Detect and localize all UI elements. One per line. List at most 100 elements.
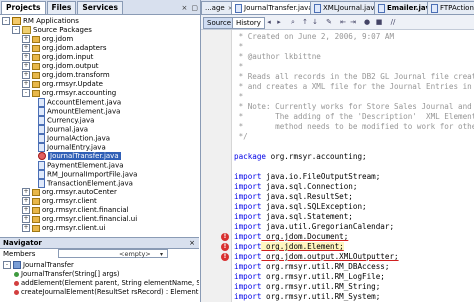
- tree-item-label: Source Packages: [33, 26, 92, 34]
- expand-toggle[interactable]: -: [22, 89, 30, 97]
- code-text: * Created on June 2, 2006, 9:07 AM: [234, 32, 395, 41]
- java-file-icon: [38, 170, 45, 179]
- tree-item-label: org.jdom.input: [42, 53, 94, 61]
- tree-item[interactable]: + org.rmsyr.autoCenter: [22, 188, 117, 197]
- expand-toggle[interactable]: +: [22, 53, 30, 61]
- code-text: * method needs to be modified to work fo…: [234, 122, 474, 131]
- tree-item[interactable]: TransactionElement.java: [38, 179, 133, 188]
- history-view-button[interactable]: History: [232, 17, 265, 29]
- comment-icon[interactable]: //: [389, 18, 397, 26]
- tree-item[interactable]: + org.rmsyr.Update: [22, 80, 103, 89]
- code-keyword: import: [234, 292, 262, 301]
- tree-item[interactable]: + org.jdom.adapters: [22, 44, 106, 53]
- expand-toggle[interactable]: +: [22, 206, 30, 214]
- navigator-class[interactable]: - JournalTransfer: [3, 261, 74, 270]
- code-text: * Note: Currently works for Store Sales …: [234, 102, 474, 111]
- tree-item[interactable]: + org.rmsyr.client.ui: [22, 224, 105, 233]
- tree-item[interactable]: + org.jdom: [22, 35, 73, 44]
- expand-toggle[interactable]: +: [22, 71, 30, 79]
- expand-toggle[interactable]: -: [12, 26, 20, 34]
- project-icon: [12, 17, 21, 25]
- tree-item[interactable]: - Source Packages: [12, 26, 92, 35]
- error-icon[interactable]: !: [221, 253, 229, 261]
- code-text: *: [234, 62, 244, 71]
- tree-item[interactable]: Currency.java: [38, 116, 94, 125]
- code-keyword: import: [234, 222, 262, 231]
- tree-item[interactable]: JournalAction.java: [38, 134, 110, 143]
- navigator-member[interactable]: createJournalElement(ResultSet rsRecord)…: [14, 288, 198, 297]
- close-icon[interactable]: ×: [186, 238, 195, 248]
- code-text: java.util.GregorianCalendar;: [261, 222, 395, 231]
- navigator-member-label: addElement(Element parent, String elemen…: [21, 279, 199, 287]
- error-icon[interactable]: !: [221, 233, 229, 241]
- package-icon: [32, 80, 40, 88]
- prev-occurrence-icon[interactable]: ↑: [301, 18, 309, 26]
- navigator-member[interactable]: addElement(Element parent, String elemen…: [14, 279, 199, 288]
- code-line: import java.io.FileOutputStream;: [234, 172, 380, 182]
- shift-right-icon[interactable]: ⇥: [349, 18, 357, 26]
- tree-item[interactable]: Journal.java: [38, 125, 88, 134]
- tree-item-label: PaymentElement.java: [47, 161, 124, 170]
- expand-toggle[interactable]: +: [22, 80, 30, 88]
- code-line: import java.sql.ResultSet;: [234, 192, 353, 202]
- navigator-member-label: JournalTransfer(String[] args): [21, 270, 120, 278]
- tree-item[interactable]: + org.rmsyr.client: [22, 197, 97, 206]
- expand-toggle[interactable]: -: [2, 17, 10, 25]
- tab-projects[interactable]: Projects: [1, 1, 46, 14]
- code-keyword: import: [234, 272, 262, 281]
- java-file-icon: [38, 134, 45, 143]
- tree-item[interactable]: + org.rmsyr.client.financial: [22, 206, 129, 215]
- expand-toggle[interactable]: +: [22, 44, 30, 52]
- tab-services[interactable]: Services: [77, 1, 123, 14]
- editor-gutter: !!!: [201, 30, 232, 302]
- expand-toggle[interactable]: +: [22, 35, 30, 43]
- code-keyword: import: [234, 192, 262, 201]
- close-icon[interactable]: ×: [180, 2, 190, 14]
- tree-item[interactable]: AmountElement.java: [38, 107, 120, 116]
- tree-item[interactable]: - RM Applications: [2, 17, 79, 26]
- package-icon: [32, 71, 40, 79]
- find-icon[interactable]: ⌕: [289, 18, 297, 26]
- java-file-icon: [38, 107, 45, 116]
- tree-item[interactable]: JournalEntry.java: [38, 143, 106, 152]
- back-icon[interactable]: ◂: [265, 18, 273, 26]
- code-keyword: import: [234, 202, 262, 211]
- tree-item[interactable]: + org.rmsyr.client.financial.ui: [22, 215, 137, 224]
- expand-toggle[interactable]: +: [22, 215, 30, 223]
- tree-item[interactable]: AccountElement.java: [38, 98, 121, 107]
- expand-toggle[interactable]: +: [22, 224, 30, 232]
- project-tree: - RM Applications - Source Packages + org.jdo…: [0, 15, 199, 237]
- expand-toggle[interactable]: +: [22, 197, 30, 205]
- editor-tab-ftpaction[interactable]: FTPAction.j: [427, 1, 474, 14]
- tree-item[interactable]: + org.jdom.input: [22, 53, 93, 62]
- toggle-highlight-icon[interactable]: ✎: [325, 18, 333, 26]
- next-occurrence-icon[interactable]: ↓: [311, 18, 319, 26]
- error-icon[interactable]: !: [221, 243, 229, 251]
- collapse-toggle[interactable]: -: [3, 261, 11, 269]
- code-area[interactable]: * Created on June 2, 2006, 9:07 AM * * @…: [234, 30, 474, 302]
- source-view-button[interactable]: Source: [203, 17, 236, 29]
- code-line: import java.sql.Connection;: [234, 182, 357, 192]
- stop-macro-icon[interactable]: ■: [375, 18, 383, 26]
- navigator-member[interactable]: JournalTransfer(String[] args): [14, 270, 120, 279]
- expand-toggle[interactable]: +: [22, 62, 30, 70]
- tree-item[interactable]: - org.rmsyr.accounting: [22, 89, 116, 98]
- code-line: package org.rmsyr.accounting;: [234, 152, 367, 162]
- code-line: * method needs to be modified to work fo…: [234, 122, 474, 132]
- tree-item[interactable]: PaymentElement.java: [38, 161, 124, 170]
- navigator-tree: - JournalTransfer JournalTransfer(String[…: [0, 261, 199, 302]
- package-icon: [32, 53, 40, 61]
- tree-item[interactable]: + org.jdom.transform: [22, 71, 110, 80]
- maximize-icon[interactable]: ▢: [189, 2, 200, 14]
- expand-toggle[interactable]: +: [22, 188, 30, 196]
- tree-item[interactable]: JournalTransfer.java: [38, 152, 121, 161]
- tab-files[interactable]: Files: [46, 1, 77, 14]
- tree-item[interactable]: + org.jdom.output: [22, 62, 99, 71]
- code-line: import org.jdom.output.XMLOutputter;: [234, 252, 399, 262]
- shift-left-icon[interactable]: ⇤: [339, 18, 347, 26]
- tree-item-label: JournalEntry.java: [47, 143, 106, 152]
- record-macro-icon[interactable]: ●: [363, 18, 371, 26]
- forward-icon[interactable]: ▸: [275, 18, 283, 26]
- members-filter-select[interactable]: <empty> ▾: [58, 249, 168, 258]
- tree-item[interactable]: RM_JournalImportFile.java: [38, 170, 137, 179]
